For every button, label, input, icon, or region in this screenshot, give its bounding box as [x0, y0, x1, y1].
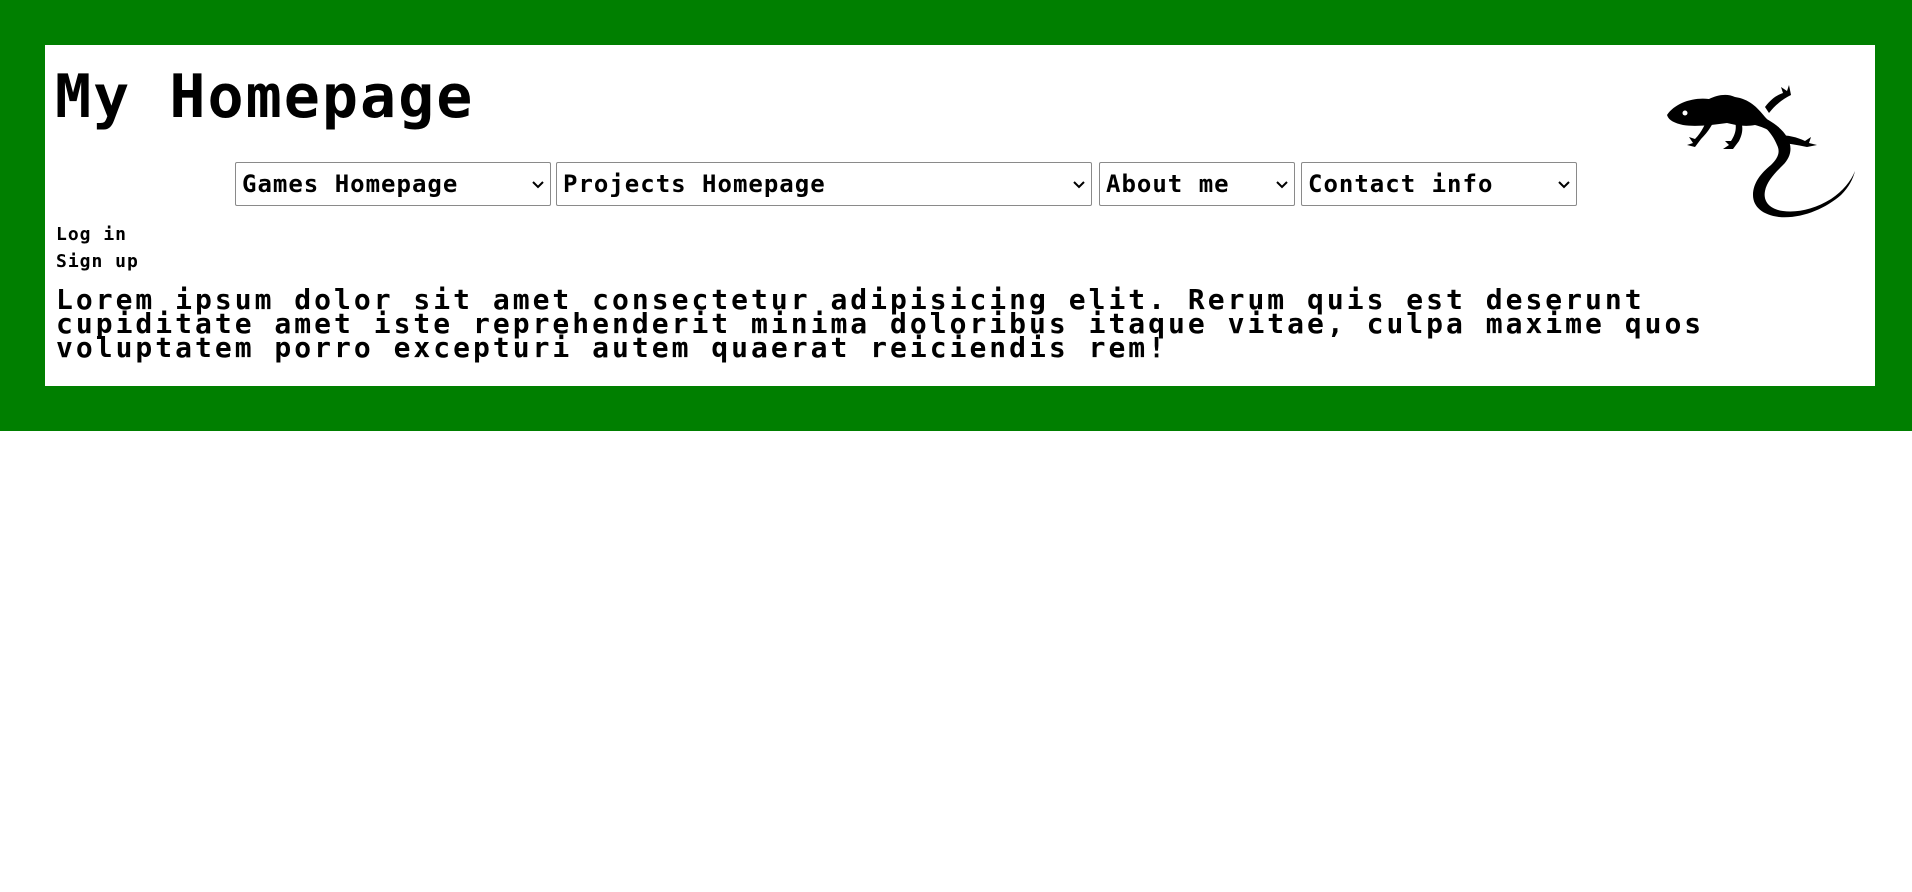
lizard-icon — [1667, 85, 1855, 218]
nav-dropdown-label: Contact info — [1308, 170, 1494, 198]
content-panel: My Homepage Games Homepage Projects Home… — [45, 45, 1875, 386]
page-title: My Homepage — [55, 62, 475, 132]
chevron-down-icon — [1558, 181, 1570, 189]
chevron-down-icon — [1276, 181, 1288, 189]
signup-link[interactable]: Sign up — [56, 248, 139, 275]
auth-links: Log in Sign up — [56, 221, 139, 275]
nav-dropdown-label: Projects Homepage — [563, 170, 826, 198]
nav-dropdown-contact[interactable]: Contact info — [1301, 162, 1577, 206]
chevron-down-icon — [532, 181, 544, 189]
nav-dropdown-label: About me — [1106, 170, 1230, 198]
chevron-down-icon — [1073, 181, 1085, 189]
nav-dropdown-projects[interactable]: Projects Homepage — [556, 162, 1092, 206]
intro-paragraph: Lorem ipsum dolor sit amet consectetur a… — [56, 283, 1705, 364]
nav-dropdown-games[interactable]: Games Homepage — [235, 162, 551, 206]
nav-dropdown-about[interactable]: About me — [1099, 162, 1295, 206]
nav-dropdown-label: Games Homepage — [242, 170, 459, 198]
login-link[interactable]: Log in — [56, 221, 139, 248]
page-frame: My Homepage Games Homepage Projects Home… — [0, 0, 1912, 431]
